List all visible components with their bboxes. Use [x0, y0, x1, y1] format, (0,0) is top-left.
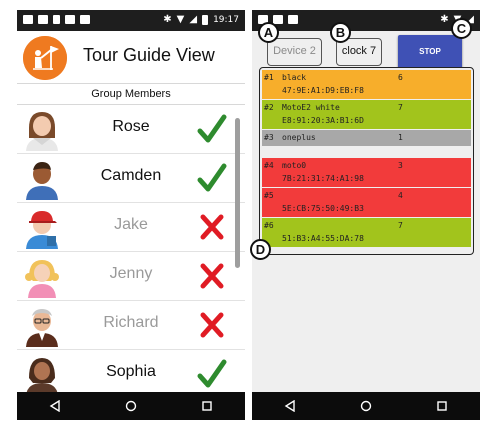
- recents-square-icon: [202, 401, 212, 411]
- bluetooth-icon: ✱: [440, 14, 449, 25]
- device-row[interactable]: #1 black 6 47:9E:A1:D9:EB:F8: [262, 70, 471, 99]
- device-count: 1: [398, 133, 403, 142]
- device-count: 4: [398, 191, 403, 200]
- clock-time: 19:17: [213, 15, 239, 25]
- device-name: black: [282, 73, 307, 82]
- home-circle-icon: [125, 400, 137, 412]
- device-row[interactable]: #2 MotoE2 white 7 E8:91:20:3A:B1:6D: [262, 100, 471, 129]
- message-icon: [38, 15, 48, 24]
- member-row[interactable]: Jenny: [17, 252, 245, 301]
- member-row[interactable]: Camden: [17, 154, 245, 203]
- present-check-icon: [197, 163, 227, 192]
- download-icon: [80, 15, 90, 24]
- member-list[interactable]: Rose Camden Jake Jenny Richard Sophia: [17, 105, 245, 395]
- device-count: 3: [398, 161, 403, 170]
- member-name: Jenny: [109, 265, 153, 282]
- image-icon: [65, 15, 75, 24]
- device-mac-address: 51:B3:A4:55:DA:78: [282, 234, 364, 243]
- absent-cross-icon: [200, 214, 224, 240]
- member-row[interactable]: Richard: [17, 301, 245, 350]
- member-name: Jake: [114, 216, 148, 233]
- device-id: #5: [264, 191, 274, 200]
- bluetooth-icon: ✱: [163, 14, 172, 25]
- back-button[interactable]: [43, 396, 67, 416]
- status-bar: ✱ ▼ ◢: [252, 10, 480, 31]
- device-row[interactable]: #6 7 51:B3:A4:55:DA:78: [262, 218, 471, 247]
- home-button[interactable]: [354, 396, 378, 416]
- present-check-icon: [197, 114, 227, 143]
- message-icon: [273, 15, 283, 24]
- recents-square-icon: [437, 401, 447, 411]
- back-triangle-icon: [49, 400, 60, 412]
- member-name: Camden: [100, 167, 162, 184]
- notification-icons: [23, 15, 90, 24]
- group-members-header: Group Members: [17, 83, 245, 105]
- phone-icon: [53, 15, 60, 24]
- home-circle-icon: [360, 400, 372, 412]
- member-name: Richard: [103, 314, 159, 331]
- recents-button[interactable]: [195, 396, 219, 416]
- device-row[interactable]: #5 4 5E:CB:75:50:49:B3: [262, 188, 471, 217]
- device-name: MotoE2 white: [282, 103, 340, 112]
- woman-avatar-icon: [26, 112, 58, 151]
- back-triangle-icon: [284, 400, 295, 412]
- device-mac-address: 47:9E:A1:D9:EB:F8: [282, 86, 364, 95]
- device-mac-address: E8:91:20:3A:B1:6D: [282, 116, 364, 125]
- callout-label-d: D: [250, 239, 271, 260]
- scrollbar[interactable]: [235, 118, 240, 268]
- device-count: 7: [398, 103, 403, 112]
- home-button[interactable]: [119, 396, 143, 416]
- device-count: 7: [398, 221, 403, 230]
- callout-label-a: A: [258, 22, 279, 43]
- absent-cross-icon: [200, 263, 224, 289]
- app-header: Tour Guide View: [17, 31, 245, 83]
- device-mac-address: 7B:21:31:74:A1:98: [282, 174, 364, 183]
- present-check-icon: [197, 359, 227, 388]
- tour-guide-screen: ✱ ▼ ◢ 19:17 Tour Guide View Group Member…: [17, 10, 245, 420]
- device-count: 6: [398, 73, 403, 82]
- device-id: #4: [264, 161, 274, 170]
- message-icon: [23, 15, 33, 24]
- device-id: #3: [264, 133, 274, 142]
- man-avatar-icon: [26, 162, 58, 200]
- girl-avatar-icon: [25, 260, 59, 298]
- device-mac-address: 5E:CB:75:50:49:B3: [282, 204, 364, 213]
- recents-button[interactable]: [430, 396, 454, 416]
- device-name: moto0: [282, 161, 307, 170]
- elderly-man-avatar-icon: [26, 309, 58, 347]
- device-id: #1: [264, 73, 274, 82]
- device-name: oneplus: [282, 133, 316, 142]
- callout-label-c: C: [451, 18, 472, 39]
- member-row[interactable]: Rose: [17, 105, 245, 154]
- tour-guide-flag-logo-icon: [23, 36, 67, 80]
- device-id: #6: [264, 221, 274, 230]
- device-list: #1 black 6 47:9E:A1:D9:EB:F8 #2 MotoE2 w…: [259, 67, 474, 255]
- divider: [262, 147, 471, 158]
- wifi-icon: ▼: [176, 14, 185, 25]
- absent-cross-icon: [200, 312, 224, 338]
- member-name: Rose: [112, 118, 150, 135]
- image-icon: [288, 15, 298, 24]
- device-id: #2: [264, 103, 274, 112]
- device-row[interactable]: #4 moto0 3 7B:21:31:74:A1:98: [262, 158, 471, 187]
- status-bar: ✱ ▼ ◢ 19:17: [17, 10, 245, 31]
- stop-button[interactable]: STOP: [398, 35, 462, 69]
- navigation-bar: [17, 392, 245, 420]
- member-row[interactable]: Sophia: [17, 350, 245, 395]
- battery-icon: [202, 15, 209, 25]
- boy-with-cap-avatar-icon: [26, 211, 58, 249]
- page-title: Tour Guide View: [83, 45, 215, 65]
- device-row[interactable]: #3 oneplus 1: [262, 130, 471, 146]
- callout-label-b: B: [330, 22, 351, 43]
- member-row[interactable]: Jake: [17, 203, 245, 252]
- navigation-bar: [252, 392, 480, 420]
- member-name: Sophia: [106, 363, 156, 380]
- device-monitor-screen: ✱ ▼ ◢ Device 2 clock 7 STOP #1 black 6 4…: [252, 10, 480, 420]
- woman-avatar-icon: [26, 358, 58, 395]
- back-button[interactable]: [278, 396, 302, 416]
- signal-icon: ◢: [189, 14, 198, 25]
- device-button[interactable]: Device 2: [267, 38, 322, 66]
